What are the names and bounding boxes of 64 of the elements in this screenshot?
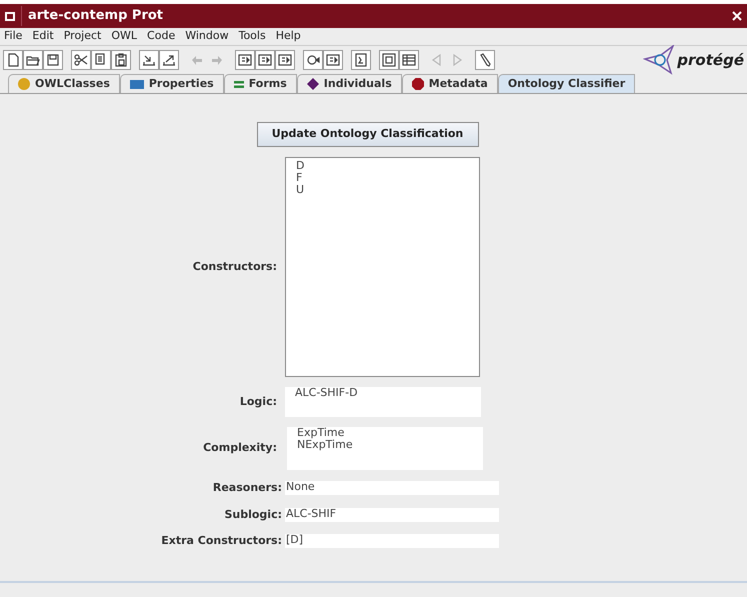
- menu-item[interactable]: File: [4, 28, 22, 45]
- value-text: ALC-SHIF-D: [295, 387, 359, 399]
- pencil-icon: [477, 52, 493, 68]
- toolbar-button[interactable]: [111, 50, 131, 70]
- toolbar-button[interactable]: [91, 50, 111, 70]
- menu-item[interactable]: Tools: [238, 28, 266, 45]
- toolbar-button[interactable]: [379, 50, 399, 70]
- toolbar-button[interactable]: [323, 50, 343, 70]
- cut-icon: [73, 52, 89, 68]
- value-field[interactable]: None: [285, 481, 499, 496]
- toolbar-button[interactable]: [159, 50, 179, 70]
- field-label: Reasoners:: [212, 480, 283, 496]
- window-icon[interactable]: [5, 12, 15, 20]
- toolbar-button[interactable]: [399, 50, 419, 70]
- field-label: Logic:: [238, 394, 278, 410]
- menu-item[interactable]: Help: [276, 28, 301, 45]
- value-text: None: [286, 481, 316, 494]
- value-field[interactable]: [D]: [285, 534, 499, 548]
- close-icon[interactable]: [732, 11, 742, 21]
- tab[interactable]: OWLClasses: [8, 74, 120, 93]
- toolbar-button[interactable]: [275, 50, 295, 70]
- tab[interactable]: Properties: [120, 74, 224, 93]
- value-field[interactable]: ALC-SHIF-D: [285, 387, 481, 417]
- menu-item[interactable]: Project: [64, 28, 102, 45]
- toolbar-button[interactable]: [3, 50, 23, 70]
- field-label: Sublogic:: [223, 506, 283, 522]
- logo-text: protégé: [677, 50, 744, 71]
- field-label: Constructors:: [192, 258, 278, 275]
- menu-item[interactable]: Edit: [32, 28, 54, 45]
- toolbar-button[interactable]: [43, 50, 63, 70]
- toolbar-button[interactable]: [23, 50, 43, 70]
- menu-item[interactable]: Code: [147, 28, 176, 45]
- tab[interactable]: Forms: [224, 74, 297, 93]
- value-text: F: [296, 172, 304, 184]
- toolbar-button[interactable]: [255, 50, 275, 70]
- toolbar-button[interactable]: [303, 50, 323, 70]
- value-text: ExpTime: [297, 427, 346, 439]
- paste-icon: [113, 52, 129, 68]
- value-text: D: [296, 160, 306, 172]
- save-icon: [45, 52, 61, 68]
- value-text: [D]: [286, 534, 304, 546]
- update-classification-button[interactable]: Update Ontology Classification: [256, 122, 478, 147]
- value-field[interactable]: ALC-SHIF: [285, 508, 499, 522]
- menu-item[interactable]: Window: [185, 28, 229, 45]
- value-text: NExpTime: [297, 439, 354, 451]
- table-icon: [401, 52, 417, 68]
- window-title: arte-contemp Prot: [28, 7, 163, 26]
- toolbar-button[interactable]: [351, 50, 371, 70]
- form-icon: [381, 52, 397, 68]
- menu-item[interactable]: OWL: [111, 28, 138, 45]
- script-icon: [353, 52, 369, 68]
- toolbar-button[interactable]: [235, 50, 255, 70]
- value-field[interactable]: ExpTime NExpTime: [287, 427, 483, 470]
- tab[interactable]: Ontology Classifier: [498, 74, 636, 93]
- field-label: Complexity:: [202, 440, 278, 456]
- field-label: Extra Constructors:: [160, 533, 283, 549]
- toolbar-button[interactable]: [71, 50, 91, 70]
- value-text: U: [296, 184, 306, 196]
- tab[interactable]: Metadata: [402, 74, 498, 93]
- constructors-list[interactable]: D F U: [285, 157, 480, 377]
- toolbar-button[interactable]: [139, 50, 159, 70]
- toolbar-button[interactable]: [475, 50, 495, 70]
- value-text: ALC-SHIF: [286, 508, 338, 520]
- tab[interactable]: Individuals: [296, 74, 402, 93]
